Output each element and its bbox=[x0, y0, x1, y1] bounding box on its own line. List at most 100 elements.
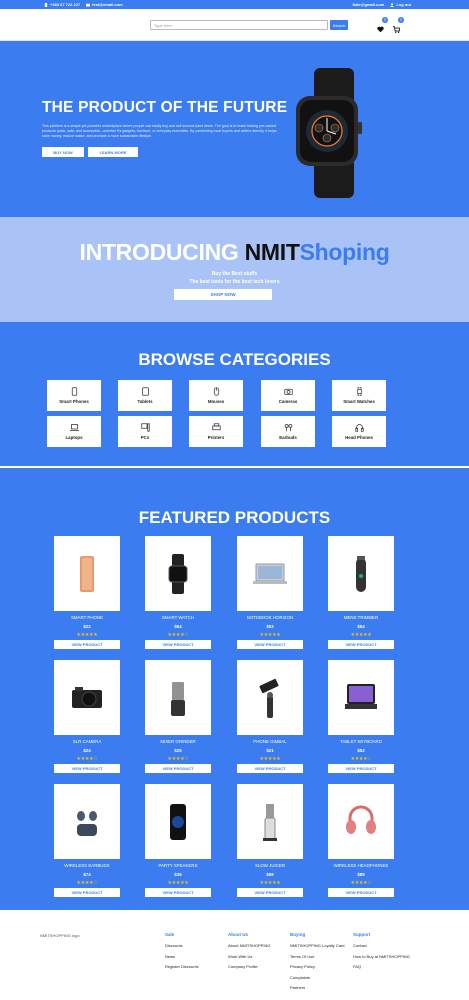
view-product-button[interactable]: VIEW PRODUCT bbox=[54, 888, 120, 897]
notebook-product-image bbox=[253, 563, 287, 584]
heart-icon bbox=[377, 26, 384, 33]
category-earbuds[interactable]: Earbuds bbox=[261, 416, 315, 447]
juicer-product-image bbox=[263, 803, 277, 841]
footer-link[interactable]: News bbox=[165, 954, 199, 959]
product-image[interactable] bbox=[145, 536, 211, 611]
footer-link[interactable]: Terms Of Use bbox=[290, 954, 344, 959]
learn-more-button[interactable]: LEARN MORE bbox=[88, 147, 138, 157]
footer-column-title: About Us bbox=[228, 932, 248, 937]
watch-icon bbox=[356, 387, 362, 396]
product-name[interactable]: SLOW JUICER bbox=[237, 863, 303, 868]
search-input[interactable]: Type here bbox=[150, 20, 328, 30]
product-price: $24 bbox=[83, 748, 91, 753]
view-product-button[interactable]: VIEW PRODUCT bbox=[328, 640, 394, 649]
logout-link[interactable]: Log out bbox=[390, 2, 411, 7]
camera-product-image bbox=[72, 686, 102, 708]
view-product-button[interactable]: VIEW PRODUCT bbox=[145, 764, 211, 773]
product-image[interactable] bbox=[237, 784, 303, 859]
email-contact[interactable]: test@email.com bbox=[86, 2, 123, 7]
product-image[interactable] bbox=[145, 660, 211, 735]
phone-icon bbox=[71, 387, 77, 396]
footer-link[interactable]: Register Discounts bbox=[165, 964, 199, 969]
product-image[interactable] bbox=[237, 660, 303, 735]
view-product-button[interactable]: VIEW PRODUCT bbox=[328, 888, 394, 897]
view-product-button[interactable]: VIEW PRODUCT bbox=[237, 888, 303, 897]
buy-now-button[interactable]: BUY NOW bbox=[42, 147, 84, 157]
search-button[interactable]: Search bbox=[330, 20, 348, 30]
product-image[interactable] bbox=[145, 784, 211, 859]
product-image[interactable] bbox=[54, 660, 120, 735]
cart-button[interactable]: 0 bbox=[393, 17, 404, 33]
category-laptops[interactable]: Laptops bbox=[47, 416, 101, 447]
product-name[interactable]: PHONE GIMBAL bbox=[237, 739, 303, 744]
product-name[interactable]: WIRELESS EARBUDS bbox=[54, 863, 120, 868]
product-image[interactable] bbox=[328, 660, 394, 735]
footer-column-title: Support bbox=[353, 932, 371, 937]
product-rating: ★★★★★ bbox=[259, 756, 281, 762]
wishlist-button[interactable]: 0 bbox=[377, 17, 388, 33]
product-rating: ★★★★★ bbox=[76, 632, 98, 638]
category-tablets[interactable]: Tablets bbox=[118, 380, 172, 411]
category-head-phones[interactable]: Head Phones bbox=[332, 416, 386, 447]
hero-title: THE PRODUCT OF THE FUTURE bbox=[42, 99, 288, 116]
view-product-button[interactable]: VIEW PRODUCT bbox=[54, 764, 120, 773]
product-name[interactable]: NOTEBOOK HORIZON bbox=[237, 615, 303, 620]
mail-icon bbox=[86, 3, 91, 7]
footer-link[interactable]: Work With Us bbox=[228, 954, 270, 959]
shop-now-button[interactable]: SHOP NOW bbox=[174, 289, 272, 300]
featured-title: FEATURED PRODUCTS bbox=[138, 508, 331, 527]
product-name[interactable]: SMART WATCH bbox=[145, 615, 211, 620]
top-bar: +383 67 722 227 test@email.com Sale@gmai… bbox=[0, 0, 469, 9]
view-product-button[interactable]: VIEW PRODUCT bbox=[145, 888, 211, 897]
product-rating: ★★★★★ bbox=[350, 632, 372, 638]
footer-column-about-us: About Us About NMITSHOPPING Work With Us Co… bbox=[228, 932, 270, 975]
product-image[interactable] bbox=[328, 784, 394, 859]
header: Type here Search 0 0 bbox=[0, 9, 469, 41]
footer-link[interactable]: Discounts bbox=[165, 943, 199, 948]
footer-column-title: Sale bbox=[165, 932, 175, 937]
product-image[interactable] bbox=[237, 536, 303, 611]
view-product-button[interactable]: VIEW PRODUCT bbox=[145, 640, 211, 649]
view-product-button[interactable]: VIEW PRODUCT bbox=[237, 764, 303, 773]
product-name[interactable]: MIXER GRINDER bbox=[145, 739, 211, 744]
product-rating: ★★★★★ bbox=[259, 880, 281, 886]
view-product-button[interactable]: VIEW PRODUCT bbox=[54, 640, 120, 649]
email-address: test@email.com bbox=[92, 2, 123, 7]
footer-link[interactable]: Contact bbox=[353, 943, 410, 948]
mixer-product-image bbox=[171, 681, 185, 716]
view-product-button[interactable]: VIEW PRODUCT bbox=[328, 764, 394, 773]
category-smart-phones[interactable]: Smart Phones bbox=[47, 380, 101, 411]
footer-link[interactable]: Privacy Policy bbox=[290, 964, 344, 969]
phone-contact[interactable]: +383 67 722 227 bbox=[44, 2, 80, 7]
product-image[interactable] bbox=[54, 784, 120, 859]
footer-link[interactable]: Company Profile bbox=[228, 964, 270, 969]
product-name[interactable]: WIRELESS HEADPHONES bbox=[328, 863, 394, 868]
footer-link[interactable]: How to Buy at NMITSHOPPING bbox=[353, 954, 410, 959]
product-price: $54 bbox=[357, 624, 365, 629]
product-image[interactable] bbox=[328, 536, 394, 611]
footer-column-buying: Buying NMITSHOPPING Loyalty Card Terms Of … bbox=[290, 932, 344, 996]
sale-email[interactable]: Sale@gmail.com bbox=[352, 2, 384, 7]
category-pcs[interactable]: PCs bbox=[118, 416, 172, 447]
category-smart-watches[interactable]: Smart Watches bbox=[332, 380, 386, 411]
earbuds-product-image bbox=[77, 810, 97, 836]
product-name[interactable]: SMART PHONE bbox=[54, 615, 120, 620]
product-image[interactable] bbox=[54, 536, 120, 611]
view-product-button[interactable]: VIEW PRODUCT bbox=[237, 640, 303, 649]
category-cameras[interactable]: Cameras bbox=[261, 380, 315, 411]
product-name[interactable]: SLR CAMERA bbox=[54, 739, 120, 744]
category-mouses[interactable]: Mouses bbox=[189, 380, 243, 411]
product-name[interactable]: PARTY SPEAKERS bbox=[145, 863, 211, 868]
logout-label: Log out bbox=[396, 2, 411, 7]
product-rating: ★★★★☆ bbox=[167, 756, 189, 762]
phone-number: +383 67 722 227 bbox=[50, 2, 81, 7]
footer-link[interactable]: NMITSHOPPING Loyalty Card bbox=[290, 943, 344, 948]
product-name[interactable]: MENS TRIMMER bbox=[328, 615, 394, 620]
footer-link[interactable]: Partners bbox=[290, 985, 344, 990]
product-name[interactable]: TABLET KEYBOARD bbox=[328, 739, 394, 744]
footer-link[interactable]: About NMITSHOPPING bbox=[228, 943, 270, 948]
footer-link[interactable]: Complaints bbox=[290, 975, 344, 980]
category-printers[interactable]: Printers bbox=[189, 416, 243, 447]
product-rating: ★★★★★ bbox=[167, 880, 189, 886]
footer-link[interactable]: FAQ bbox=[353, 964, 410, 969]
